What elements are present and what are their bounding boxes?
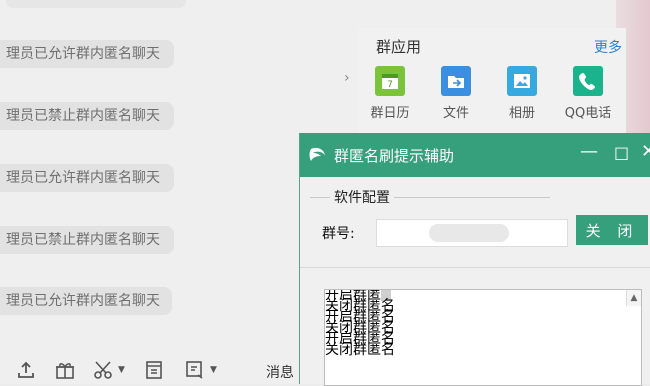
chat-bubble-partial [6,0,186,8]
app-file[interactable]: 文件 [426,66,486,121]
file-icon [441,66,471,96]
app-label: 群日历 [370,106,410,121]
redacted-value [429,224,509,242]
group-apps-title: 群应用 [376,38,422,56]
app-logo-icon [308,145,328,169]
photo-icon [507,66,537,96]
phone-icon [573,66,603,96]
dialog-title: 群匿名刷提示辅助 [334,147,455,165]
anonymous-helper-dialog: 群匿名刷提示辅助 — □ ✕ 软件配置 群号: 关 闭 开启群匿 关闭群匿名 开… [299,133,650,386]
shake-window-icon[interactable] [184,356,206,384]
group-number-input[interactable] [376,219,568,247]
config-section-title: 软件配置 [330,187,394,207]
system-notice: 理员已禁止群内匿名聊天 [0,102,174,130]
system-notice: 理员已允许群内匿名聊天 [0,164,174,192]
system-notice: 理员已禁止群内匿名聊天 [0,226,174,254]
expand-arrow-icon[interactable]: › [344,70,350,86]
close-icon[interactable]: ✕ [641,141,650,162]
chevron-down-icon[interactable]: ▼ [210,356,217,384]
more-link[interactable]: 更多 [594,37,622,57]
svg-text:7: 7 [387,80,393,90]
app-calendar[interactable]: 7 群日历 [360,66,420,121]
screenshot-scissors-icon[interactable] [92,356,114,384]
system-notice: 理员已允许群内匿名聊天 [0,40,174,68]
app-qq-call[interactable]: QQ电话 [558,66,618,121]
calendar-icon: 7 [375,66,405,96]
log-line: 关闭群匿名 [325,342,395,358]
input-toolbar: ▼ ▼ [0,356,300,384]
message-record-link[interactable]: 消息 [266,362,294,382]
scroll-up-arrow-icon[interactable]: ▲ [626,290,641,306]
group-apps-panel: › 群应用 更多 7 群日历 文件 相册 QQ电话 [344,28,626,136]
app-label: QQ电话 [564,106,612,121]
minimize-icon[interactable]: — [580,141,598,162]
close-button[interactable]: 关 闭 [576,215,648,245]
chevron-down-icon[interactable]: ▼ [118,356,125,384]
upload-icon[interactable] [16,356,36,384]
maximize-icon[interactable]: □ [614,143,629,162]
app-album[interactable]: 相册 [492,66,552,121]
app-label: 文件 [442,106,469,121]
log-textbox[interactable]: 开启群匿 关闭群匿名 开启群匿名 关闭群匿名 开启群匿名 关闭群匿名 ▲ [324,289,642,386]
system-notice: 理员已允许群内匿名聊天 [0,287,172,315]
group-number-label: 群号: [322,226,355,242]
dialog-titlebar[interactable]: 群匿名刷提示辅助 — □ ✕ [300,133,650,177]
divider [300,267,650,268]
gift-icon[interactable] [54,356,76,384]
document-icon[interactable] [144,356,164,384]
app-label: 相册 [508,106,535,121]
